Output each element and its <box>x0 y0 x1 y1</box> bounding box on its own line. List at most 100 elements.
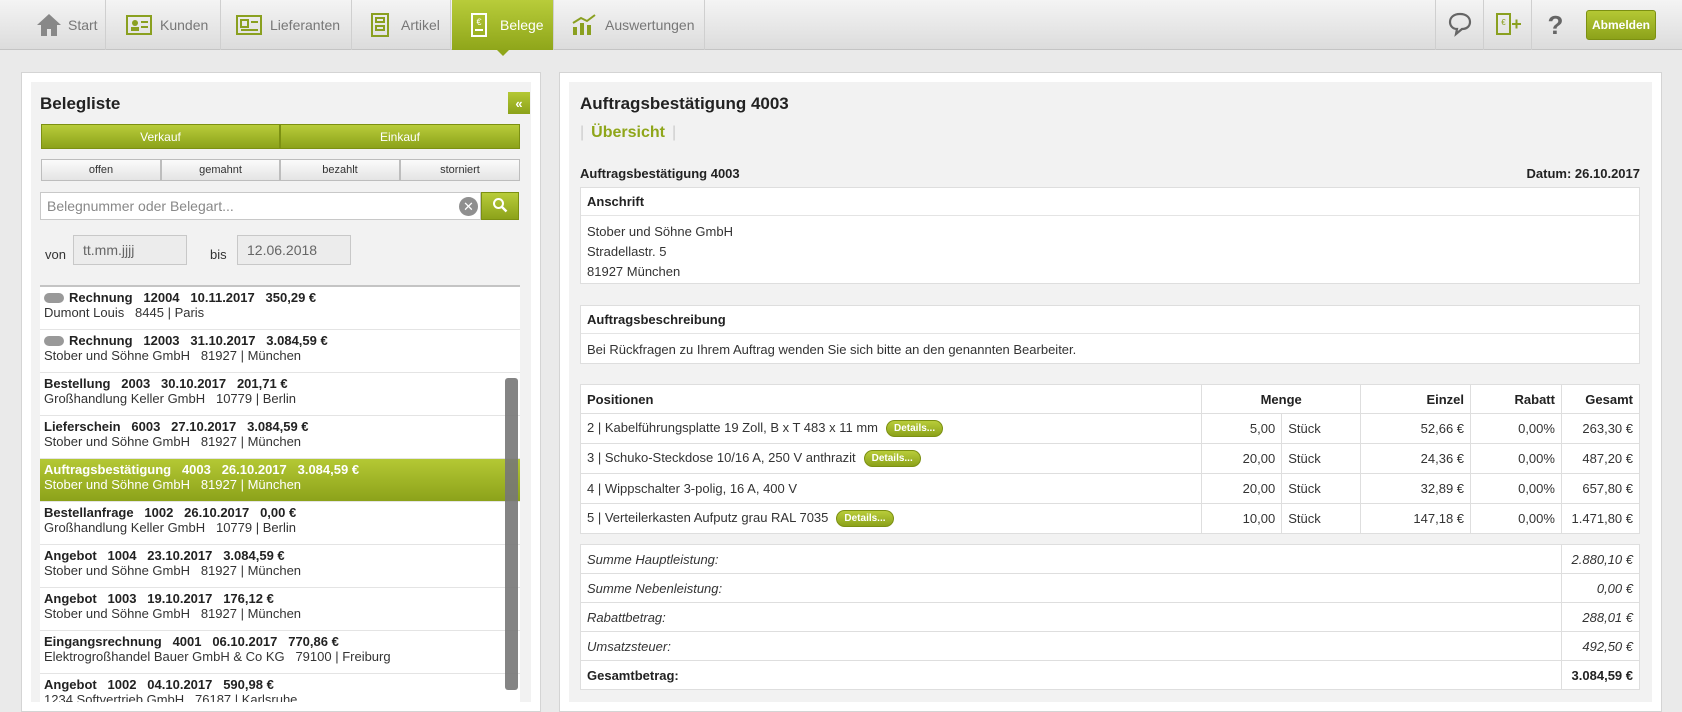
list-item[interactable]: Angebot 1003 19.10.2017 176,12 € Stober … <box>40 588 520 631</box>
list-item-subtitle: Dumont Louis 8445 | Paris <box>44 305 205 320</box>
list-item-subtitle: Elektrogroßhandel Bauer GmbH & Co KG 791… <box>44 649 391 664</box>
new-document-icon: € <box>1493 11 1523 40</box>
sum-label: Umsatzsteuer: <box>579 631 1563 661</box>
from-date-field[interactable]: tt.mm.jjjj <box>73 235 187 265</box>
search-input[interactable]: Belegnummer oder Belegart... <box>40 192 481 220</box>
position-qty: 20,00 <box>1201 443 1283 474</box>
details-button[interactable]: Details... <box>836 510 894 528</box>
address-box: Anschrift Stober und Söhne GmbH Stradell… <box>580 187 1640 284</box>
help-button[interactable]: ? <box>1531 0 1579 50</box>
list-item[interactable]: Lieferschein 6003 27.10.2017 3.084,59 € … <box>40 416 520 459</box>
description-box: Auftragsbeschreibung Bei Rückfragen zu I… <box>580 305 1640 364</box>
sum-row: Umsatzsteuer: 492,50 € <box>579 631 1640 661</box>
nav-artikel[interactable]: Artikel <box>353 0 451 50</box>
status-tab-bezahlt[interactable]: bezahlt <box>280 159 400 181</box>
nav-belege[interactable]: € Belege <box>452 0 554 56</box>
nav-artikel-label: Artikel <box>401 17 440 33</box>
list-item-subtitle: Stober und Söhne GmbH 81927 | München <box>44 434 302 449</box>
list-item-title: Rechnung 12004 10.11.2017 350,29 € <box>69 290 317 305</box>
cabinet-icon <box>365 12 395 38</box>
position-total: 657,80 € <box>1560 473 1641 504</box>
search-button[interactable] <box>481 192 519 220</box>
position-name: 2 | Kabelführungsplatte 19 Zoll, B x T 4… <box>587 419 878 435</box>
list-item[interactable]: Eingangsrechnung 4001 06.10.2017 770,86 … <box>40 631 520 674</box>
svg-text:€: € <box>476 17 481 27</box>
total-label: Gesamtbetrag: <box>579 660 1563 690</box>
status-tab-gemahnt[interactable]: gemahnt <box>161 159 280 181</box>
clear-icon[interactable]: ✕ <box>459 197 478 216</box>
status-tabs: offen gemahnt bezahlt storniert <box>41 159 520 181</box>
sums-table: Summe Hauptleistung: 2.880,10 € Summe Ne… <box>579 544 1640 690</box>
sum-label: Rabattbetrag: <box>579 602 1563 632</box>
list-item[interactable]: Rechnung 12004 10.11.2017 350,29 € Dumon… <box>40 287 520 330</box>
tab-uebersicht[interactable]: Übersicht <box>591 124 665 142</box>
list-item[interactable]: Angebot 1004 23.10.2017 3.084,59 € Stobe… <box>40 545 520 588</box>
position-qty: 20,00 <box>1201 473 1283 504</box>
collapse-button[interactable]: « <box>508 92 530 114</box>
svg-text:€: € <box>1501 18 1506 27</box>
address-line: Stradellastr. 5 <box>587 244 667 259</box>
logout-button[interactable]: Abmelden <box>1586 10 1656 40</box>
tab-verkauf[interactable]: Verkauf <box>41 124 280 149</box>
details-button[interactable]: Details... <box>863 450 921 468</box>
nav-start[interactable]: Start <box>34 0 106 50</box>
position-total: 263,30 € <box>1560 413 1641 444</box>
nav-kunden-label: Kunden <box>160 17 209 33</box>
sum-value: 492,50 € <box>1561 631 1640 661</box>
position-name: 4 | Wippschalter 3-polig, 16 A, 400 V <box>587 481 798 496</box>
list-item[interactable]: Bestellanfrage 1002 26.10.2017 0,00 € Gr… <box>40 502 520 545</box>
position-discount: 0,00% <box>1470 413 1562 444</box>
status-pill <box>44 292 64 303</box>
list-item[interactable]: Angebot 1002 04.10.2017 590,98 € 1234 So… <box>40 674 520 702</box>
position-unit: Stück <box>1281 503 1362 534</box>
position-price: 24,36 € <box>1360 443 1472 474</box>
col-gesamt: Gesamt <box>1560 384 1641 414</box>
col-rabatt: Rabatt <box>1470 384 1562 414</box>
nav-lieferanten[interactable]: Lieferanten <box>222 0 352 50</box>
list-item-selected[interactable]: Auftragsbestätigung 4003 26.10.2017 3.08… <box>40 459 520 502</box>
list-item[interactable]: Bestellung 2003 30.10.2017 201,71 € Groß… <box>40 373 520 416</box>
address-heading: Anschrift <box>581 188 1639 216</box>
position-name: 3 | Schuko-Steckdose 10/16 A, 250 V anth… <box>587 449 856 465</box>
document-list: Rechnung 12004 10.11.2017 350,29 € Dumon… <box>40 285 520 702</box>
position-qty: 5,00 <box>1201 413 1283 444</box>
status-tab-offen[interactable]: offen <box>41 159 161 181</box>
table-row: 4 | Wippschalter 3-polig, 16 A, 400 V 20… <box>579 473 1641 504</box>
nav-auswertungen[interactable]: Auswertungen <box>555 0 705 50</box>
nav-belege-label: Belege <box>500 17 544 33</box>
nav-start-label: Start <box>68 17 98 33</box>
tab-einkauf[interactable]: Einkauf <box>280 124 520 149</box>
position-price: 32,89 € <box>1360 473 1472 504</box>
position-discount: 0,00% <box>1470 443 1562 474</box>
list-item-title: Angebot 1004 23.10.2017 3.084,59 € <box>44 548 285 563</box>
search-icon <box>492 197 508 216</box>
total-row: Gesamtbetrag: 3.084,59 € <box>579 660 1640 690</box>
question-mark-icon: ? <box>1547 9 1564 40</box>
nav-kunden[interactable]: Kunden <box>116 0 221 50</box>
list-item-title: Bestellung 2003 30.10.2017 201,71 € <box>44 376 288 391</box>
list-scrollbar[interactable] <box>505 378 518 690</box>
speech-bubble-icon <box>1447 11 1473 40</box>
sum-value: 2.880,10 € <box>1561 544 1640 574</box>
to-label: bis <box>210 247 227 262</box>
list-item-subtitle: Großhandlung Keller GmbH 10779 | Berlin <box>44 391 296 406</box>
to-date-field[interactable]: 12.06.2018 <box>237 235 351 265</box>
messages-button[interactable] <box>1435 0 1483 50</box>
status-pill <box>44 335 64 346</box>
document-header: Auftragsbestätigung 4003 Datum: 26.10.20… <box>580 166 1640 181</box>
description-text: Bei Rückfragen zu Ihrem Auftrag wenden S… <box>587 342 1077 357</box>
status-tab-storniert[interactable]: storniert <box>400 159 520 181</box>
document-title: Auftragsbestätigung 4003 <box>580 94 789 113</box>
list-item[interactable]: Rechnung 12003 31.10.2017 3.084,59 € Sto… <box>40 330 520 373</box>
new-document-button[interactable]: € <box>1483 0 1531 50</box>
list-item-title: Angebot 1003 19.10.2017 176,12 € <box>44 591 274 606</box>
address-line: 81927 München <box>587 264 681 279</box>
table-row: 5 | Verteilerkasten Aufputz grau RAL 703… <box>579 503 1641 534</box>
from-label: von <box>45 247 66 262</box>
details-button[interactable]: Details... <box>885 420 944 438</box>
position-name: 5 | Verteilerkasten Aufputz grau RAL 703… <box>587 509 829 525</box>
document-name: Auftragsbestätigung 4003 <box>580 166 740 181</box>
nav-lieferanten-label: Lieferanten <box>270 17 341 33</box>
col-positionen: Positionen <box>579 384 1203 414</box>
table-row: 3 | Schuko-Steckdose 10/16 A, 250 V anth… <box>579 443 1641 474</box>
